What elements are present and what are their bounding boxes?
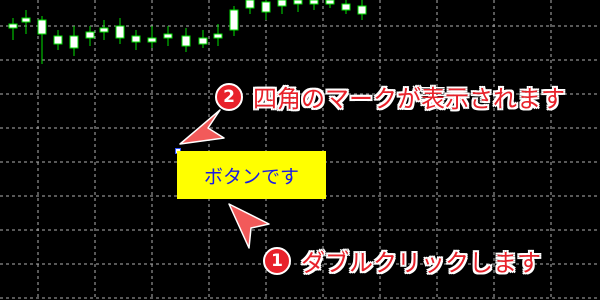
pointer-arrow-icon [179,109,225,145]
step-number-badge: 1 [263,246,291,275]
candle-body [198,37,208,45]
candle-body [21,17,31,23]
candle-body [325,0,335,5]
candle-body [341,3,351,11]
chart-window: ボタンです 2 四角のマークが表示されます 1 ダブルクリックします [0,0,600,300]
candle-body [99,27,109,33]
candle-body [213,33,223,39]
callout-step-1: 1 ダブルクリックします [263,243,541,278]
callout-step-2: 2 四角のマークが表示されます [215,79,565,114]
candle-body [293,0,303,5]
candle-body [277,0,287,7]
candle-body [181,35,191,47]
candle-body [37,19,47,35]
candle-body [85,31,95,39]
candle-body [8,23,18,29]
callout-text: 四角のマークが表示されます [253,85,565,113]
candle-body [309,0,319,5]
candle-body [115,25,125,39]
candle-body [261,1,271,13]
candlestick-series [8,0,367,64]
candle-body [131,35,141,43]
candle-body [147,37,157,43]
callout-text: ダブルクリックします [301,249,541,277]
chart-object-button[interactable]: ボタンです [177,151,326,199]
step-number-badge: 2 [215,82,243,111]
candle-body [53,35,63,45]
candle-body [163,33,173,39]
candle-body [245,0,255,9]
candle-body [357,5,367,15]
candle-body [229,9,239,31]
candle-body [69,35,79,49]
